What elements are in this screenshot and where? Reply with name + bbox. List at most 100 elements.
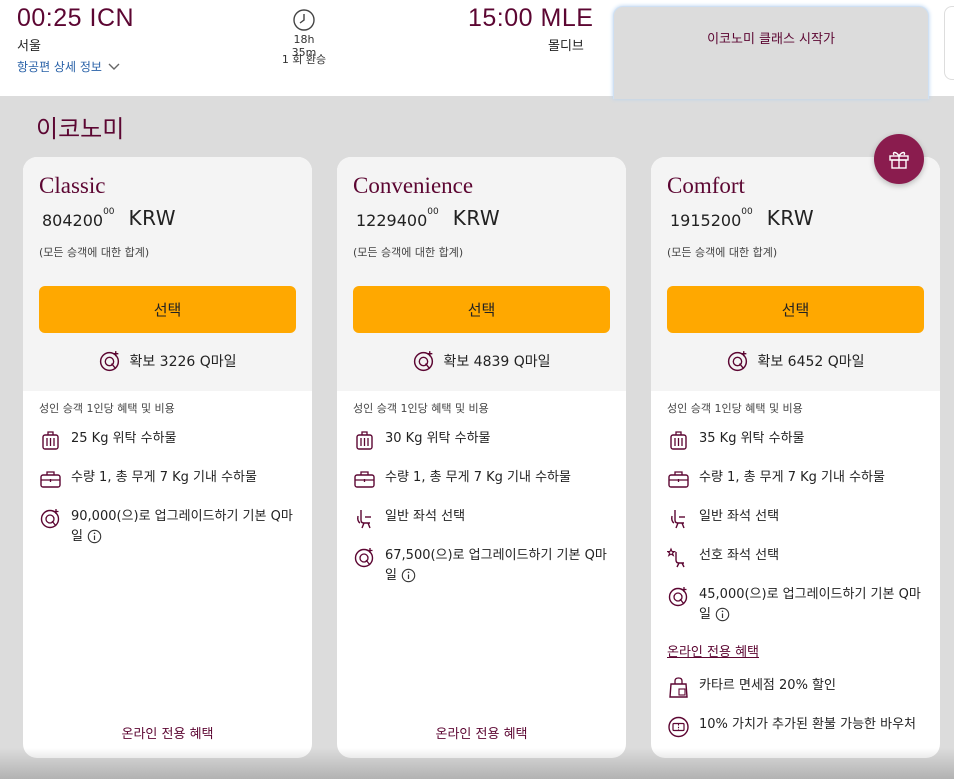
benefits-heading: 성인 승객 1인당 혜택 및 비용 xyxy=(667,402,803,415)
info-icon[interactable] xyxy=(87,529,102,544)
benefit-text: 30 Kg 위탁 수하물 xyxy=(385,431,491,446)
price-currency: KRW xyxy=(452,206,501,230)
benefit-text: 수량 1, 총 무게 7 Kg 기내 수하물 xyxy=(385,470,571,485)
fare-name: Convenience xyxy=(353,173,474,198)
fare-card-header: Comfort 1915200 00 KRW (모든 승객에 대한 합계) 선택확보 64… xyxy=(651,157,940,391)
price-amount: 1915200 xyxy=(670,211,742,230)
benefit-text: 25 Kg 위탁 수하물 xyxy=(71,431,177,446)
voucher-icon xyxy=(668,716,689,738)
section-title: 이코노미 xyxy=(36,116,125,143)
qmiles-text: 확보 4839 Q마일 xyxy=(443,354,551,370)
online-benefits-link[interactable]: 온라인 전용 혜택 xyxy=(337,723,626,742)
benefit-text: 67,500(으)로 업그레이드하기 기본 Q마일 xyxy=(385,548,607,583)
price-amount: 1229400 xyxy=(356,211,428,230)
benefit-text: 수량 1, 총 무게 7 Kg 기내 수하물 xyxy=(71,470,257,485)
qmiles-text: 확보 3226 Q마일 xyxy=(129,354,237,370)
cabin-bag-icon xyxy=(354,471,375,488)
benefits-heading: 성인 승객 1인당 혜택 및 비용 xyxy=(39,402,175,415)
fare-name: Comfort xyxy=(667,173,745,198)
benefit-item: 45,000(으)로 업그레이드하기 기본 Q마일 xyxy=(667,585,929,625)
fare-card-comfort: Comfort 1915200 00 KRW (모든 승객에 대한 합계) 선택확보 64… xyxy=(651,157,940,758)
benefit-item: 90,000(으)로 업그레이드하기 기본 Q마일 xyxy=(39,507,301,547)
checked-bag-icon xyxy=(42,431,59,450)
info-icon[interactable] xyxy=(715,607,730,622)
price-currency: KRW xyxy=(766,206,815,230)
qmiles-text: 확보 6452 Q마일 xyxy=(757,354,865,370)
gift-icon xyxy=(889,151,909,169)
online-benefits-link[interactable]: 온라인 전용 혜택 xyxy=(667,641,759,660)
qmiles-icon xyxy=(668,587,688,607)
price-decimals: 00 xyxy=(741,207,753,217)
total-note: (모든 승객에 대한 합계) xyxy=(39,246,150,259)
fare-card-classic: Classic 804200 00 KRW (모든 승객에 대한 합계) 선택확보 322… xyxy=(23,157,312,758)
benefit-text: 선호 좌석 선택 xyxy=(699,548,780,563)
benefit-text: 일반 좌석 선택 xyxy=(699,509,780,524)
flight-stops: 1 회 환승 xyxy=(281,53,327,66)
qmiles-icon xyxy=(414,351,434,372)
checked-bag-icon xyxy=(670,431,687,450)
gift-button[interactable] xyxy=(874,134,924,184)
fare-card-header: Classic 804200 00 KRW (모든 승객에 대한 합계) 선택확보 322… xyxy=(23,157,312,391)
qmiles-icon xyxy=(728,351,748,372)
fare-name: Classic xyxy=(39,173,106,198)
fare-price: 1915200 00 KRW xyxy=(670,206,814,230)
benefit-text: 45,000(으)로 업그레이드하기 기본 Q마일 xyxy=(699,587,921,622)
fare-price: 804200 00 KRW xyxy=(42,206,176,230)
qmiles-earn: 확보 4839 Q마일 xyxy=(337,349,626,373)
qmiles-earn: 확보 6452 Q마일 xyxy=(651,349,940,373)
benefits-list: 30 Kg 위탁 수하물수량 1, 총 무게 7 Kg 기내 수하물일반 좌석 … xyxy=(353,429,615,602)
fare-card-header: Convenience 1229400 00 KRW (모든 승객에 대한 합계) 선택 확… xyxy=(337,157,626,391)
online-benefit-text: 10% 가치가 추가된 환불 가능한 바우처 xyxy=(699,717,916,732)
price-amount: 804200 xyxy=(42,211,104,230)
benefit-item: 선호 좌석 선택 xyxy=(667,546,929,569)
cabin-bag-icon xyxy=(668,471,689,488)
benefit-text: 90,000(으)로 업그레이드하기 기본 Q마일 xyxy=(71,509,293,544)
arrival-time: 15:00 MLE xyxy=(468,4,594,32)
benefit-text: 일반 좌석 선택 xyxy=(385,509,466,524)
benefit-item: 30 Kg 위탁 수하물 xyxy=(353,429,615,452)
economy-class-tab-label: 이코노미 클래스 시작가 xyxy=(707,32,835,47)
select-button[interactable]: 선택 xyxy=(39,286,296,333)
benefits-heading: 성인 승객 1인당 혜택 및 비용 xyxy=(353,402,489,415)
benefit-item: 25 Kg 위탁 수하물 xyxy=(39,429,301,452)
benefit-item: 일반 좌석 선택 xyxy=(667,507,929,530)
seat-icon xyxy=(357,510,371,529)
clock-icon xyxy=(293,9,315,31)
departure-city: 서울 xyxy=(17,39,41,54)
qmiles-icon xyxy=(354,548,374,568)
online-benefit-text: 카타르 면세점 20% 할인 xyxy=(699,678,836,693)
checked-bag-icon xyxy=(356,431,373,450)
qmiles-icon xyxy=(40,509,60,529)
next-class-tab[interactable] xyxy=(944,6,954,80)
qmiles-icon xyxy=(100,351,120,372)
chevron-down-icon xyxy=(108,63,120,70)
price-decimals: 00 xyxy=(427,207,439,217)
benefit-text: 35 Kg 위탁 수하물 xyxy=(699,431,805,446)
economy-class-tab[interactable]: 이코노미 클래스 시작가 xyxy=(613,6,929,99)
flight-details-link[interactable]: 항공편 상세 정보 xyxy=(17,58,120,75)
benefits-list: 35 Kg 위탁 수하물 수량 1, 총 무게 7 Kg 기내 수하물 일반 좌석 … xyxy=(667,429,929,754)
fare-price: 1229400 00 KRW xyxy=(356,206,500,230)
benefit-item: 67,500(으)로 업그레이드하기 기본 Q마일 xyxy=(353,546,615,586)
seat-icon xyxy=(671,510,685,529)
benefits-list: 25 Kg 위탁 수하물수량 1, 총 무게 7 Kg 기내 수하물 90,000… xyxy=(39,429,301,563)
benefit-item: 수량 1, 총 무게 7 Kg 기내 수하물 xyxy=(353,468,615,491)
preferred-seat-icon xyxy=(667,547,685,568)
select-button[interactable]: 선택 xyxy=(353,286,610,333)
info-icon[interactable] xyxy=(401,568,416,583)
departure-time: 00:25 ICN xyxy=(17,4,135,32)
price-currency: KRW xyxy=(128,206,177,230)
total-note: (모든 승객에 대한 합계) xyxy=(667,246,778,259)
online-benefits-link[interactable]: 온라인 전용 혜택 xyxy=(23,723,312,742)
benefit-item: 수량 1, 총 무게 7 Kg 기내 수하물 xyxy=(39,468,301,491)
benefit-item: 35 Kg 위탁 수하물 xyxy=(667,429,929,452)
select-button[interactable]: 선택 xyxy=(667,286,924,333)
online-benefit-item: 카타르 면세점 20% 할인 xyxy=(667,676,929,699)
fare-card-convenience: Convenience 1229400 00 KRW (모든 승객에 대한 합계) 선택 확… xyxy=(337,157,626,758)
cabin-bag-icon xyxy=(40,471,61,488)
price-decimals: 00 xyxy=(103,207,115,217)
flight-details-label: 항공편 상세 정보 xyxy=(17,60,102,74)
qmiles-earn: 확보 3226 Q마일 xyxy=(23,349,312,373)
online-benefit-item: 10% 가치가 추가된 환불 가능한 바우처 xyxy=(667,715,929,738)
arrival-city: 몰디브 xyxy=(548,39,584,54)
